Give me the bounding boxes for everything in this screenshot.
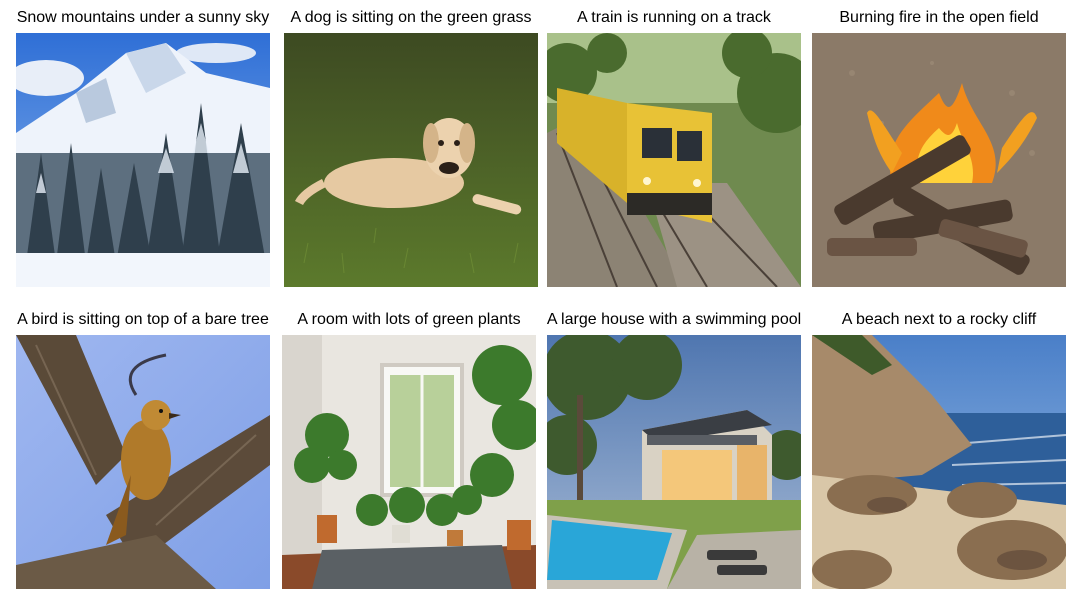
dog-on-grass-image: [284, 33, 538, 287]
caption: Snow mountains under a sunny sky: [16, 9, 270, 26]
campfire-image: [812, 33, 1066, 287]
caption: A dog is sitting on the green grass: [290, 9, 532, 26]
caption: A room with lots of green plants: [297, 311, 521, 328]
caption: A large house with a swimming pool: [546, 311, 802, 328]
house-with-pool-image: [547, 335, 801, 589]
caption: A train is running on a track: [577, 9, 771, 26]
caption: A bird is sitting on top of a bare tree: [17, 311, 269, 328]
snowy-mountain-forest-image: [16, 33, 270, 287]
beach-and-cliff-image: [812, 335, 1066, 589]
yellow-train-on-track-image: [547, 33, 801, 287]
room-with-plants-image: [282, 335, 536, 589]
bird-on-branch-image: [16, 335, 270, 589]
caption: A beach next to a rocky cliff: [841, 311, 1037, 328]
caption: Burning fire in the open field: [839, 9, 1039, 26]
